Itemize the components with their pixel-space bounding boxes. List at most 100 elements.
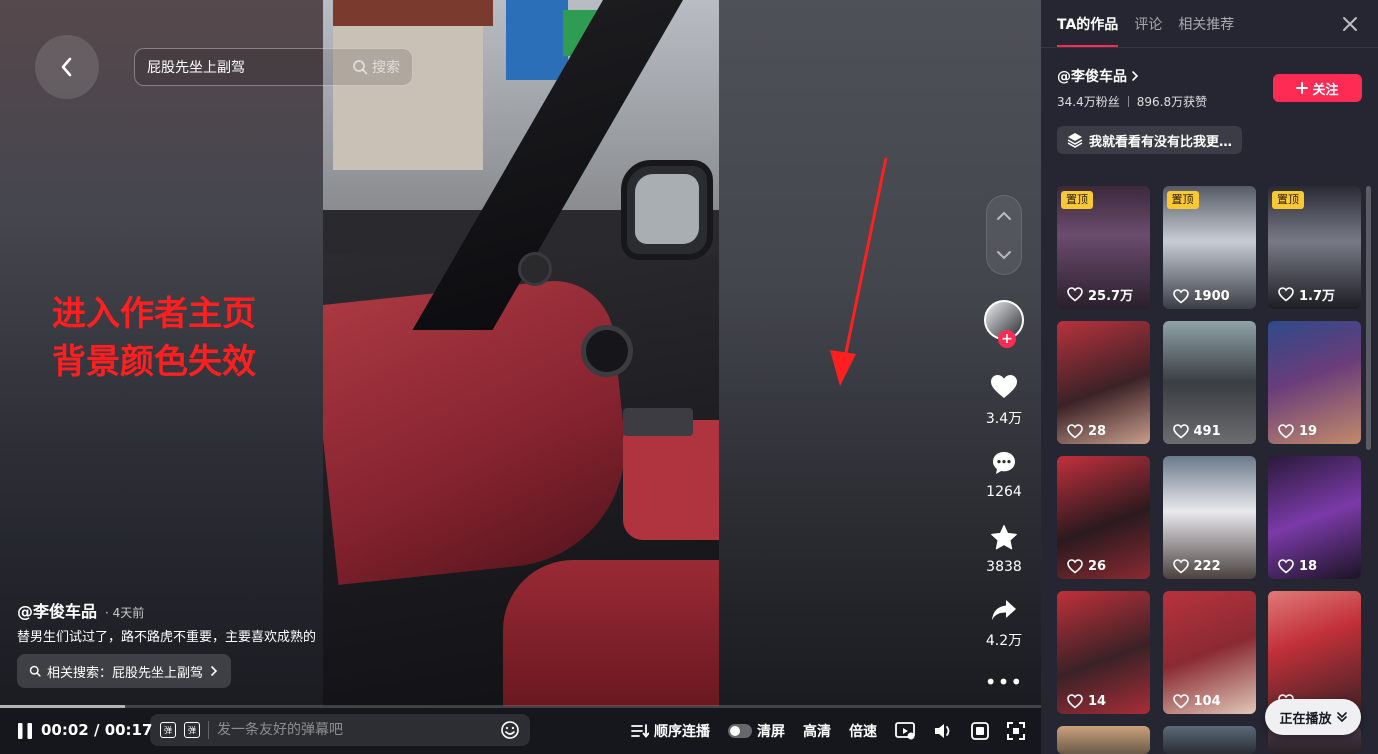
quality-button[interactable]: 高清 [803,721,831,741]
danmaku-settings-icon[interactable]: 弹 [184,722,200,738]
video-thumbnail[interactable]: 置顶 1.7万 [1268,186,1361,309]
thumbnail-like-count: 25.7万 [1088,289,1134,304]
panel-tabs: TA的作品 评论 相关推荐 [1057,0,1234,48]
emoji-icon[interactable] [500,720,520,740]
annotation-text: 进入作者主页 背景颜色失效 [52,294,256,382]
thumbnail-likes: 19 [1278,424,1317,439]
video-frame[interactable] [323,0,719,706]
speed-label: 倍速 [849,724,877,740]
comment-button[interactable]: 1264 [972,450,1036,500]
thumbnail-like-count: 1.7万 [1299,289,1336,304]
collection-chip[interactable]: 我就看看有没有比我更… [1057,126,1243,154]
thumbnail-likes: 25.7万 [1067,285,1133,304]
related-search-button[interactable]: 相关搜索：屁股先坐上副驾 [17,654,232,688]
total-time: 00:17 [104,721,153,739]
web-fullscreen-icon[interactable] [971,722,989,740]
heart-outline-icon [1278,424,1294,439]
panel-author-name[interactable]: @李俊车品 [1057,66,1139,86]
search-button-label: 搜索 [372,60,400,76]
search-box: 搜索 [134,48,413,86]
double-chevron-down-icon [1336,712,1347,723]
video-thumbnail[interactable]: 置顶 1900 [1162,186,1256,309]
pause-icon[interactable] [16,722,34,740]
chevron-down-icon[interactable] [996,250,1012,260]
video-description: 替男生们试过了，路不路虎不重要，主要喜欢成熟的 [17,630,317,645]
video-thumbnail[interactable] [1268,591,1361,714]
video-thumbnail[interactable] [1162,726,1256,754]
video-thumbnail[interactable]: 18 [1268,456,1361,579]
like-button[interactable]: 3.4万 [972,374,1036,428]
heart-icon [991,375,1017,398]
panel-scrollbar[interactable] [1366,186,1371,450]
video-thumbnail[interactable]: 104 [1162,591,1256,714]
plus-icon [1296,82,1309,94]
danmaku-bar: 弹 弹 [150,714,530,746]
search-icon [29,665,41,677]
comment-icon [993,452,1015,474]
video-thumbnail[interactable] [1057,726,1150,754]
thumbnail-like-count: 491 [1193,424,1221,439]
total-likes: 896.8万获赞 [1136,95,1208,109]
now-playing-button[interactable]: 正在播放 [1265,699,1361,735]
search-input[interactable] [147,59,352,75]
now-playing-label: 正在播放 [1279,711,1332,727]
thumbnail-like-count: 19 [1299,424,1318,439]
annotation-arrow [830,157,888,386]
video-thumbnail[interactable]: 491 [1162,321,1256,444]
danmaku-toggle-icon[interactable]: 弹 [160,722,176,738]
heart-outline-icon [1067,559,1083,574]
like-count: 3.4万 [985,411,1023,427]
chevron-right-icon [1132,71,1139,81]
close-icon[interactable] [1340,14,1360,34]
video-side-mirror [621,160,713,260]
favorite-button[interactable]: 3838 [972,524,1036,575]
comment-count: 1264 [986,484,1022,500]
thumbnail-like-count: 26 [1088,559,1107,574]
heart-outline-icon [1172,289,1189,304]
heart-outline-icon [1172,559,1189,574]
heart-outline-icon [1278,287,1294,302]
picture-in-picture-icon[interactable] [895,722,915,740]
thumbnail-like-count: 14 [1088,694,1107,709]
video-thumbnail[interactable]: 222 [1162,456,1256,579]
volume-icon[interactable] [933,722,953,740]
playlist-icon [631,724,649,738]
heart-outline-icon [1067,287,1083,302]
tab-comments[interactable]: 评论 [1134,14,1162,34]
chevron-up-icon[interactable] [996,211,1012,221]
video-thumbnail[interactable]: 28 [1057,321,1150,444]
author-avatar[interactable]: + [984,300,1024,348]
related-search-label: 相关搜索：屁股先坐上副驾 [47,665,204,681]
danmaku-input[interactable] [217,722,492,738]
follow-button[interactable]: 关注 [1273,74,1362,102]
thumbnail-likes: 491 [1172,424,1221,439]
video-thumbnail[interactable]: 14 [1057,591,1150,714]
video-thumbnail[interactable]: 置顶 25.7万 [1057,186,1150,309]
tab-works[interactable]: TA的作品 [1057,14,1119,47]
video-author-name[interactable]: @李俊车品 [17,598,97,622]
thumbnail-likes: 1.7万 [1278,285,1335,304]
fullscreen-icon[interactable] [1007,722,1025,740]
post-time: · 4天前 [105,606,145,620]
heart-outline-icon [1067,694,1083,709]
back-button[interactable] [35,35,99,99]
search-icon [353,60,368,75]
favorite-count: 3838 [986,559,1022,575]
thumbnail-like-count: 1900 [1193,289,1230,304]
heart-outline-icon [1172,424,1189,439]
tab-recommendations[interactable]: 相关推荐 [1178,14,1234,34]
pinned-badge: 置顶 [1061,191,1093,209]
video-thumbnail[interactable]: 19 [1268,321,1361,444]
more-options-icon[interactable]: ••• [972,670,1036,694]
speed-button[interactable]: 倍速 [849,721,877,741]
collection-label: 我就看看有没有比我更… [1089,134,1233,150]
video-thumbnail[interactable]: 26 [1057,456,1150,579]
clear-screen-toggle[interactable]: 清屏 [728,721,785,741]
search-button[interactable]: 搜索 [352,57,400,77]
autoplay-button[interactable]: 顺序连播 [631,721,710,741]
thumbnail-likes: 14 [1067,694,1106,709]
share-button[interactable]: 4.2万 [972,598,1036,650]
heart-outline-icon [1067,424,1083,439]
video-author-line: @李俊车品 · 4天前 [17,598,144,622]
follow-plus-icon[interactable]: + [998,330,1016,348]
